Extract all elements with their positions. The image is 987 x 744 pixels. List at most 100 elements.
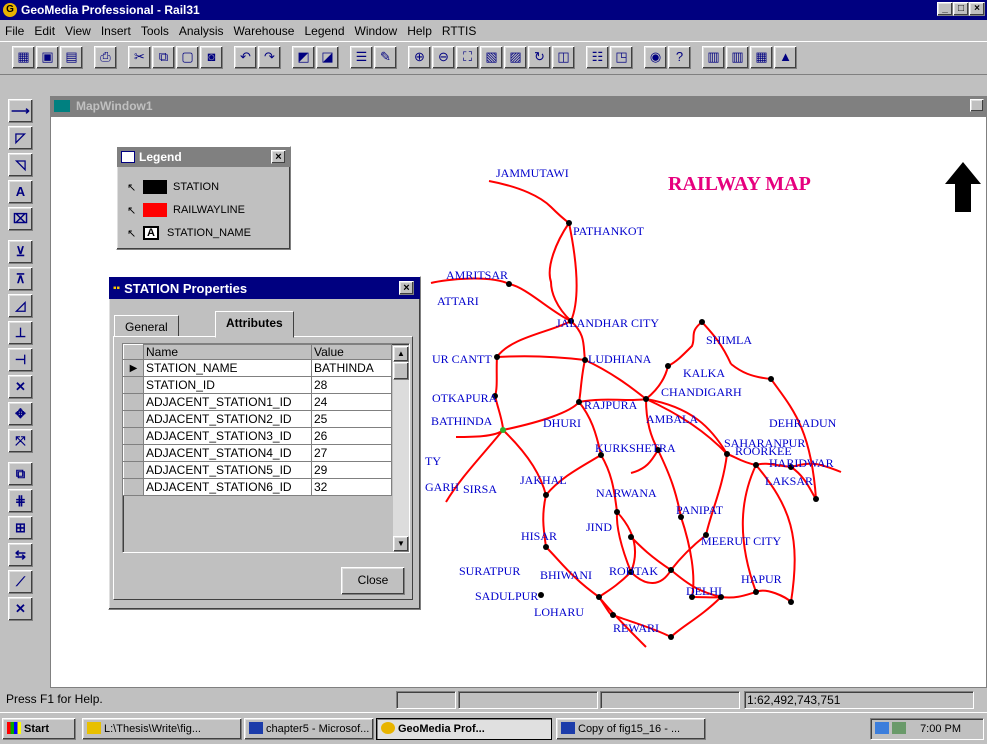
- scroll-thumb[interactable]: [393, 362, 409, 380]
- map-window-minimize-button[interactable]: [970, 99, 984, 112]
- menu-rttis[interactable]: RTTIS: [437, 24, 481, 38]
- find-icon[interactable]: ◉: [644, 46, 667, 69]
- merge-icon[interactable]: ⊞: [8, 516, 33, 540]
- maximize-button[interactable]: □: [953, 2, 969, 16]
- legend-item-station[interactable]: ↖ STATION: [127, 178, 219, 196]
- attribute-value[interactable]: 26: [311, 427, 392, 445]
- menu-analysis[interactable]: Analysis: [174, 24, 229, 38]
- refresh-icon[interactable]: ↻: [528, 46, 551, 69]
- display-properties-icon[interactable]: ◫: [552, 46, 575, 69]
- select-set-icon[interactable]: ◪: [316, 46, 339, 69]
- table-row[interactable]: ADJACENT_STATION5_ID 29: [123, 461, 392, 479]
- zoom-in-icon[interactable]: ⊕: [408, 46, 431, 69]
- taskbar-item-geomedia[interactable]: GeoMedia Prof...: [376, 718, 552, 740]
- close-button[interactable]: ×: [969, 2, 985, 16]
- start-button[interactable]: Start: [2, 718, 76, 740]
- split-icon[interactable]: ⊥: [8, 321, 33, 345]
- partial-delete-icon[interactable]: ⊼: [8, 267, 33, 291]
- data-window-icon[interactable]: ▦: [750, 46, 773, 69]
- whats-this-help-icon[interactable]: ?: [668, 46, 691, 69]
- menu-help[interactable]: Help: [402, 24, 437, 38]
- map-window-title-bar[interactable]: MapWindow1: [50, 96, 987, 116]
- scroll-down-icon[interactable]: ▼: [393, 536, 409, 552]
- table-row[interactable]: ADJACENT_STATION6_ID 32: [123, 478, 392, 496]
- menu-insert[interactable]: Insert: [96, 24, 136, 38]
- continue-geometry-icon[interactable]: ⊻: [8, 240, 33, 264]
- insert-area-icon[interactable]: ◸: [8, 126, 33, 150]
- taskbar-item-explorer[interactable]: L:\Thesis\Write\fig...: [82, 718, 242, 740]
- column-header-name[interactable]: Name: [143, 344, 312, 360]
- trim-icon[interactable]: ✕: [8, 375, 33, 399]
- clock[interactable]: 7:00 PM: [920, 723, 961, 735]
- edit-geometry-icon[interactable]: ⟋: [8, 570, 33, 594]
- attribute-value[interactable]: 27: [311, 444, 392, 462]
- grid-vertical-scrollbar[interactable]: ▲ ▼: [393, 346, 409, 552]
- table-row[interactable]: ADJACENT_STATION3_ID 26: [123, 427, 392, 445]
- redo-icon[interactable]: ↷: [258, 46, 281, 69]
- app-title-bar[interactable]: G GeoMedia Professional - Rail31 _ □ ×: [0, 0, 987, 20]
- insert-label-icon[interactable]: ⌧: [8, 207, 33, 231]
- cut-icon[interactable]: ✂: [128, 46, 151, 69]
- menu-file[interactable]: File: [0, 24, 29, 38]
- menu-window[interactable]: Window: [350, 24, 403, 38]
- tab-general[interactable]: General: [114, 315, 179, 337]
- legend-title-bar[interactable]: Legend ×: [117, 147, 290, 167]
- station-properties-dialog[interactable]: ▪▪ STATION Properties × General Attribut…: [108, 276, 421, 610]
- tooltip-icon[interactable]: ◳: [610, 46, 633, 69]
- move-icon[interactable]: ✥: [8, 402, 33, 426]
- print-icon[interactable]: ⎙: [94, 46, 117, 69]
- taskbar-item-word-chapter5[interactable]: chapter5 - Microsof...: [244, 718, 374, 740]
- taskbar-item-word-copy[interactable]: Copy of fig15_16 - ...: [556, 718, 706, 740]
- network-icon[interactable]: [875, 722, 889, 734]
- attribute-value[interactable]: 28: [311, 376, 392, 394]
- extend-icon[interactable]: ⊣: [8, 348, 33, 372]
- minimize-button[interactable]: _: [937, 2, 953, 16]
- insert-text-icon[interactable]: A: [8, 180, 33, 204]
- fit-selected-icon[interactable]: ▧: [480, 46, 503, 69]
- zoom-out-icon[interactable]: ⊖: [432, 46, 455, 69]
- fit-all-icon[interactable]: ⛶: [456, 46, 479, 69]
- insert-polygon-icon[interactable]: ◹: [8, 153, 33, 177]
- menu-legend[interactable]: Legend: [299, 24, 349, 38]
- table-row[interactable]: ▶ STATION_NAME BATHINDA: [123, 359, 392, 377]
- legend-window[interactable]: Legend × ↖ STATION ↖ RAILWAYLINE ↖ A STA…: [116, 146, 291, 250]
- menu-tools[interactable]: Tools: [136, 24, 174, 38]
- insert-line-icon[interactable]: ⟶: [8, 99, 33, 123]
- delete-feature-icon[interactable]: ✕: [8, 597, 33, 621]
- legend-close-button[interactable]: ×: [271, 150, 286, 164]
- close-button[interactable]: Close: [341, 567, 405, 595]
- legend-item-station-name[interactable]: ↖ A STATION_NAME: [127, 224, 251, 242]
- save-icon[interactable]: ▤: [60, 46, 83, 69]
- change-class-icon[interactable]: ⇆: [8, 543, 33, 567]
- menu-warehouse[interactable]: Warehouse: [229, 24, 300, 38]
- menu-edit[interactable]: Edit: [29, 24, 60, 38]
- parallel-icon[interactable]: ⋕: [8, 489, 33, 513]
- style-icon[interactable]: ✎: [374, 46, 397, 69]
- select-tool-icon[interactable]: ◩: [292, 46, 315, 69]
- table-row[interactable]: ADJACENT_STATION2_ID 25: [123, 410, 392, 428]
- properties-icon[interactable]: ☷: [586, 46, 609, 69]
- undo-icon[interactable]: ↶: [234, 46, 257, 69]
- menu-view[interactable]: View: [60, 24, 96, 38]
- pan-icon[interactable]: ▨: [504, 46, 527, 69]
- attribute-value[interactable]: 32: [311, 478, 392, 496]
- table-row[interactable]: ADJACENT_STATION4_ID 27: [123, 444, 392, 462]
- attribute-value[interactable]: 25: [311, 410, 392, 428]
- snapshot-icon[interactable]: ◙: [200, 46, 223, 69]
- legend-item-railwayline[interactable]: ↖ RAILWAYLINE: [127, 201, 245, 219]
- paste-icon[interactable]: ▢: [176, 46, 199, 69]
- tab-attributes[interactable]: Attributes: [215, 311, 294, 338]
- insert-point-icon[interactable]: ◿: [8, 294, 33, 318]
- open-icon[interactable]: ▣: [36, 46, 59, 69]
- properties-close-x-button[interactable]: ×: [399, 281, 414, 295]
- copy-icon[interactable]: ⧉: [152, 46, 175, 69]
- attributes-grid[interactable]: Name Value ▶ STATION_NAME BATHINDA STATI…: [122, 343, 410, 553]
- tile-horizontal-icon[interactable]: ▥: [702, 46, 725, 69]
- copy-feature-icon[interactable]: ⧉: [8, 462, 33, 486]
- table-row[interactable]: ADJACENT_STATION1_ID 24: [123, 393, 392, 411]
- insert-feature-icon[interactable]: ▲: [774, 46, 797, 69]
- rotate-icon[interactable]: ⤧: [8, 429, 33, 453]
- attribute-value[interactable]: 24: [311, 393, 392, 411]
- scroll-up-icon[interactable]: ▲: [393, 346, 409, 362]
- attribute-value[interactable]: 29: [311, 461, 392, 479]
